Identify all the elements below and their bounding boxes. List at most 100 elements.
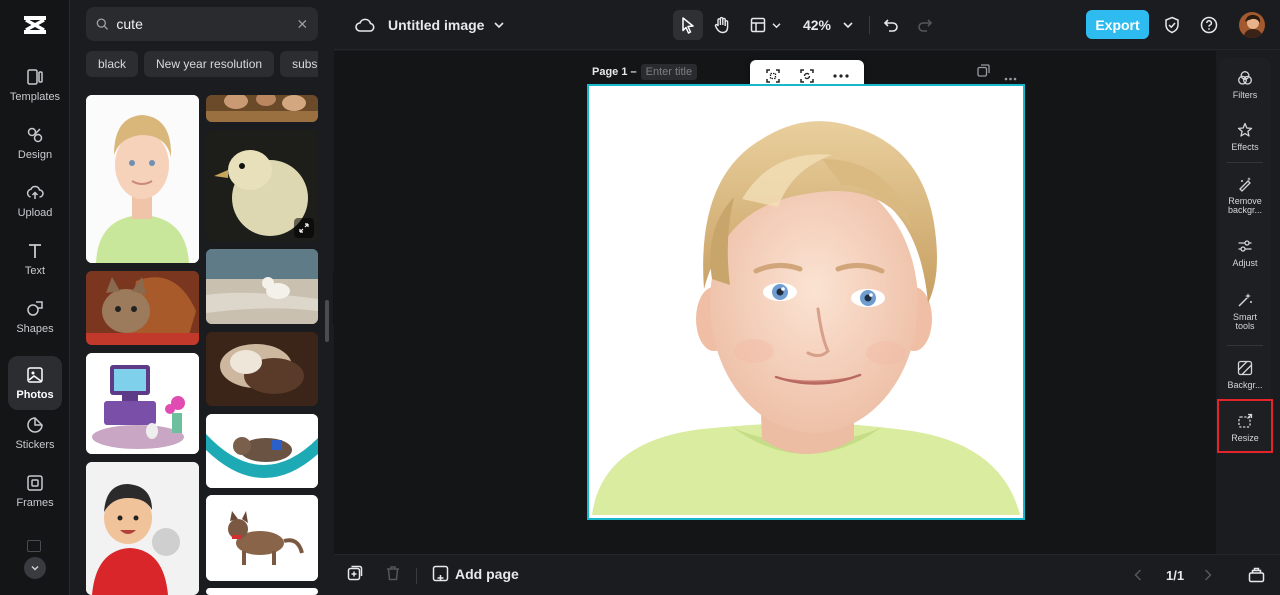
- left-rail: Templates Design Upload Text Shapes Phot…: [0, 0, 70, 595]
- page-counter: 1/1: [1166, 568, 1185, 583]
- previous-page-button[interactable]: [1134, 569, 1142, 581]
- cats-illustration-image: [86, 353, 199, 454]
- magic-wand-icon: [1238, 293, 1252, 307]
- remove-background-label: Remove backgr...: [1227, 196, 1263, 215]
- new-page-button[interactable]: [347, 565, 363, 581]
- photo-thumb-cats-illustration[interactable]: [86, 353, 199, 454]
- canvas-area[interactable]: Page 1 – Enter title: [334, 51, 1216, 554]
- rail-item-label: Templates: [9, 90, 61, 103]
- layout-icon: [750, 17, 765, 33]
- rail-item-templates[interactable]: Templates: [8, 58, 62, 112]
- rail-item-text[interactable]: Text: [8, 232, 62, 286]
- add-page-label: Add page: [455, 565, 519, 582]
- chevron-down-icon: [31, 565, 39, 571]
- kitten-hammock-image: [206, 414, 318, 488]
- smart-tools-label: Smart tools: [1232, 312, 1257, 331]
- shield-button[interactable]: [1160, 10, 1184, 40]
- photo-thumb-kitten-hammock[interactable]: [206, 414, 318, 488]
- boy-portrait-image[interactable]: [592, 89, 1020, 515]
- panel-scrollbar[interactable]: [325, 300, 329, 342]
- stickers-icon: [27, 416, 43, 433]
- effects-button[interactable]: Effects: [1219, 122, 1271, 152]
- artboard[interactable]: [587, 84, 1025, 520]
- rail-item-label: Upload: [17, 206, 53, 219]
- shield-icon: [1165, 16, 1179, 34]
- effects-icon: [1237, 122, 1253, 137]
- expand-icon: [299, 223, 309, 233]
- photo-thumb-boy[interactable]: [86, 95, 199, 263]
- layout-menu-button[interactable]: [746, 10, 784, 40]
- delete-page-button[interactable]: [385, 565, 401, 581]
- photo-thumb-sleeping-kittens[interactable]: [206, 332, 318, 406]
- expand-preview-button[interactable]: [294, 218, 314, 238]
- photo-thumb-dog-beach[interactable]: [206, 249, 318, 324]
- rail-expand-button[interactable]: [24, 557, 46, 579]
- hand-icon: [714, 16, 729, 34]
- rail-item-shapes[interactable]: Shapes: [8, 290, 62, 344]
- top-bar: Untitled image 42% Export: [334, 0, 1280, 50]
- add-page-icon: [432, 565, 449, 582]
- bottom-bar: Add page 1/1: [334, 554, 1280, 595]
- add-page-icon: [347, 565, 363, 581]
- user-avatar[interactable]: [1239, 12, 1265, 38]
- rail-item-photos[interactable]: Photos: [8, 356, 62, 410]
- chip-subs[interactable]: subs: [280, 51, 318, 77]
- replace-icon: [800, 69, 814, 83]
- background-button[interactable]: Backgr...: [1219, 360, 1271, 390]
- rail-item-frames[interactable]: Frames: [8, 464, 62, 518]
- photo-thumb-more[interactable]: [206, 588, 318, 595]
- photos-panel: blackNew year resolutionsubs: [71, 0, 333, 595]
- add-page-button[interactable]: Add page: [432, 565, 519, 582]
- filters-button[interactable]: Filters: [1219, 70, 1271, 100]
- kitten-standing-image: [206, 495, 318, 581]
- adjust-button[interactable]: Adjust: [1219, 238, 1271, 268]
- photo-thumb-kitten-basket[interactable]: [86, 271, 199, 345]
- chevron-down-icon: [843, 22, 853, 29]
- photo-thumb-baby[interactable]: [86, 462, 199, 595]
- select-area-icon: [766, 69, 780, 83]
- chevron-left-icon: [1134, 569, 1142, 581]
- right-properties-panel: Filters Effects Remove backgr... Adjust …: [1219, 58, 1271, 454]
- rail-item-design[interactable]: Design: [8, 116, 62, 170]
- rail-item-stickers[interactable]: Stickers: [8, 406, 62, 460]
- boy-portrait-illustration: [592, 89, 1020, 515]
- shapes-icon: [27, 300, 43, 316]
- zoom-level: 42%: [802, 17, 832, 33]
- photo-thumb-eggs[interactable]: [206, 95, 318, 122]
- help-button[interactable]: [1197, 10, 1221, 40]
- document-title-button[interactable]: Untitled image: [388, 10, 513, 40]
- chip-new-year-resolution[interactable]: New year resolution: [144, 51, 275, 77]
- hand-tool-button[interactable]: [708, 10, 736, 40]
- boy-photo-image: [86, 95, 199, 263]
- photo-thumb-chick[interactable]: [206, 130, 318, 242]
- more-icon: [833, 74, 849, 78]
- chip-black[interactable]: black: [86, 51, 139, 77]
- document-title: Untitled image: [388, 17, 485, 33]
- duplicate-icon: [977, 64, 990, 77]
- rail-item-upload[interactable]: Upload: [8, 174, 62, 228]
- page-manager-button[interactable]: [1248, 567, 1265, 583]
- suggestion-chips: black New year resolution subs: [86, 51, 318, 77]
- more-icon: [1004, 77, 1017, 81]
- panel-divider: [1227, 345, 1263, 346]
- capcut-logo-icon[interactable]: [21, 12, 49, 38]
- background-icon: [1237, 360, 1253, 376]
- design-icon: [27, 127, 43, 142]
- undo-button[interactable]: [879, 10, 903, 40]
- search-input[interactable]: [116, 16, 298, 32]
- photo-thumb-kitten-standing[interactable]: [206, 495, 318, 581]
- remove-background-button[interactable]: Remove backgr...: [1219, 176, 1271, 215]
- smart-tools-button[interactable]: Smart tools: [1219, 292, 1271, 331]
- page-title-input[interactable]: Enter title: [640, 64, 698, 80]
- text-icon: [29, 243, 41, 258]
- select-tool-button[interactable]: [673, 10, 703, 40]
- duplicate-page-button[interactable]: [977, 64, 990, 82]
- redo-button[interactable]: [913, 10, 937, 40]
- next-page-button[interactable]: [1204, 569, 1212, 581]
- chevron-down-icon: [772, 22, 780, 28]
- clear-search-icon[interactable]: [297, 18, 308, 30]
- chevron-down-icon: [494, 22, 505, 29]
- cloud-sync-button[interactable]: [354, 10, 376, 40]
- export-button[interactable]: Export: [1086, 10, 1149, 39]
- zoom-dropdown[interactable]: 42%: [796, 10, 860, 40]
